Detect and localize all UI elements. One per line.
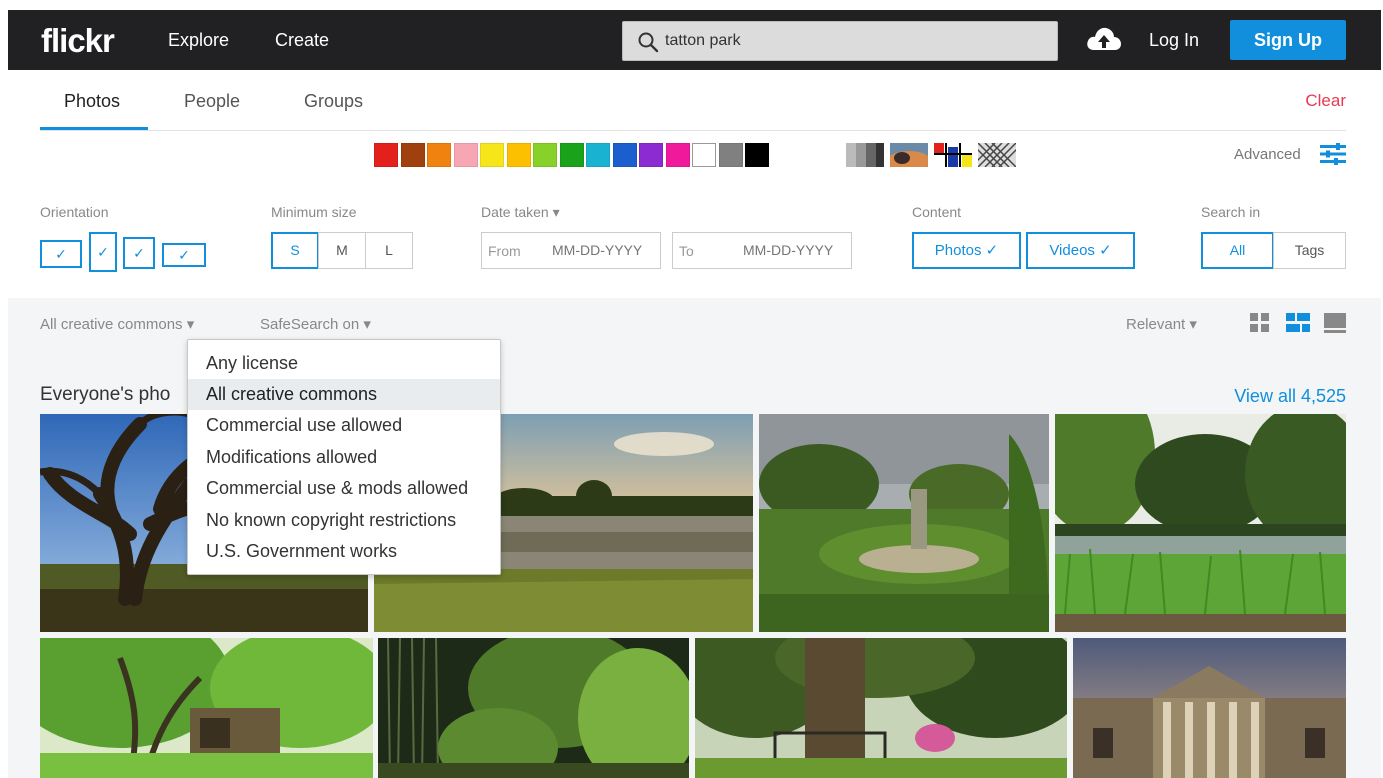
search-in-label: Search in — [1201, 204, 1261, 220]
nav-explore[interactable]: Explore — [168, 30, 229, 51]
date-from-input[interactable] — [552, 242, 662, 258]
photo-thumbnail[interactable] — [40, 638, 373, 778]
sliders-icon[interactable] — [1320, 143, 1346, 165]
content-photos-toggle[interactable]: Photos ✓ — [912, 232, 1021, 269]
photo-thumbnail[interactable] — [1073, 638, 1346, 778]
date-taken-label[interactable]: Date taken ▾ — [481, 204, 560, 221]
color-swatch-14[interactable] — [745, 143, 769, 167]
license-option-any[interactable]: Any license — [188, 348, 500, 379]
color-swatch-10[interactable] — [639, 143, 663, 167]
clear-filters-link[interactable]: Clear — [1305, 91, 1346, 111]
search-icon — [638, 32, 659, 53]
size-large-option[interactable]: L — [365, 232, 413, 269]
date-from-field[interactable]: From — [481, 232, 662, 269]
safesearch-toggle[interactable]: SafeSearch on ▾ — [260, 315, 371, 333]
signup-button[interactable]: Sign Up — [1230, 20, 1346, 60]
license-option-commercial[interactable]: Commercial use allowed — [188, 410, 500, 441]
date-to-input[interactable] — [743, 242, 853, 258]
content-label: Content — [912, 204, 962, 220]
color-filter-swatches — [374, 143, 772, 167]
orientation-panorama-checkbox[interactable]: ✓ — [162, 243, 206, 267]
safesearch-text: SafeSearch on — [260, 316, 360, 333]
tabs-divider — [40, 130, 1346, 131]
license-option-us-government[interactable]: U.S. Government works — [188, 536, 500, 567]
date-to-label: To — [679, 243, 694, 259]
color-swatch-3[interactable] — [453, 143, 478, 167]
top-navigation-bar: flickr Explore Create Log In Sign Up — [8, 10, 1381, 70]
minimum-size-label: Minimum size — [271, 204, 357, 220]
photo-thumbnail[interactable] — [1055, 414, 1346, 632]
tab-people[interactable]: People — [184, 91, 240, 112]
content-videos-text: Videos — [1049, 242, 1095, 259]
license-option-commercial-mods[interactable]: Commercial use & mods allowed — [188, 473, 500, 504]
photo-thumbnail[interactable] — [378, 638, 689, 778]
date-taken-text: Date taken — [481, 204, 549, 220]
tab-photos[interactable]: Photos — [64, 91, 120, 112]
search-box[interactable] — [622, 21, 1058, 61]
color-swatch-9[interactable] — [612, 143, 637, 167]
license-toggle-text: All creative commons — [40, 316, 183, 333]
size-small-option[interactable]: S — [271, 232, 319, 269]
login-link[interactable]: Log In — [1149, 30, 1199, 51]
color-swatch-6[interactable] — [533, 143, 557, 167]
color-swatch-0[interactable] — [374, 143, 398, 167]
color-swatch-7[interactable] — [559, 143, 584, 167]
check-icon: ✓ — [1099, 242, 1112, 259]
caret-down-icon: ▾ — [552, 204, 560, 220]
large-layout-icon[interactable] — [1324, 313, 1346, 333]
flickr-search-page: flickr Explore Create Log In Sign Up Pho… — [0, 0, 1383, 778]
section-title: Everyone's pho — [40, 384, 171, 405]
search-in-all-option[interactable]: All — [1201, 232, 1274, 269]
size-medium-option[interactable]: M — [318, 232, 366, 269]
advanced-link[interactable]: Advanced — [1234, 146, 1301, 163]
color-swatch-4[interactable] — [480, 143, 504, 167]
date-to-field[interactable]: To — [672, 232, 853, 269]
license-option-modifications[interactable]: Modifications allowed — [188, 442, 500, 473]
tab-groups[interactable]: Groups — [304, 91, 363, 112]
date-from-label: From — [488, 243, 521, 259]
search-in-tags-option[interactable]: Tags — [1273, 232, 1346, 269]
view-all-link[interactable]: View all 4,525 — [1234, 386, 1346, 407]
justified-layout-icon[interactable] — [1286, 313, 1310, 333]
orientation-label: Orientation — [40, 204, 109, 220]
sort-text: Relevant — [1126, 316, 1186, 333]
minimalism-style-swatch[interactable] — [934, 143, 972, 167]
pattern-style-swatch[interactable] — [978, 143, 1016, 167]
license-option-no-copyright[interactable]: No known copyright restrictions — [188, 505, 500, 536]
style-filter-swatches — [846, 143, 1022, 167]
black-and-white-style-swatch[interactable] — [846, 143, 884, 167]
check-icon: ✓ — [985, 242, 999, 259]
content-photos-text: Photos — [934, 242, 982, 259]
content-videos-toggle[interactable]: Videos ✓ — [1026, 232, 1135, 269]
orientation-square-checkbox[interactable]: ✓ — [123, 237, 155, 269]
photo-thumbnail[interactable] — [695, 638, 1067, 778]
license-dropdown-toggle[interactable]: All creative commons ▾ — [40, 315, 194, 333]
license-option-all-creative-commons[interactable]: All creative commons — [188, 379, 500, 410]
color-swatch-5[interactable] — [506, 143, 531, 167]
search-input[interactable] — [665, 29, 1045, 53]
nav-create[interactable]: Create — [275, 30, 329, 51]
color-swatch-11[interactable] — [665, 143, 690, 167]
sort-dropdown-toggle[interactable]: Relevant ▾ — [1126, 315, 1197, 333]
caret-down-icon: ▾ — [1189, 316, 1197, 333]
cloud-upload-icon[interactable] — [1085, 24, 1123, 54]
color-swatch-2[interactable] — [427, 143, 451, 167]
color-swatch-12[interactable] — [692, 143, 716, 167]
color-swatch-8[interactable] — [586, 143, 610, 167]
flickr-logo[interactable]: flickr — [41, 22, 115, 60]
shallow-depth-style-swatch[interactable] — [890, 143, 928, 167]
caret-down-icon: ▾ — [186, 316, 195, 333]
caret-down-icon: ▾ — [363, 316, 371, 333]
photo-thumbnail[interactable] — [759, 414, 1049, 632]
orientation-landscape-checkbox[interactable]: ✓ — [40, 240, 82, 268]
orientation-portrait-checkbox[interactable]: ✓ — [89, 232, 117, 272]
color-swatch-13[interactable] — [718, 143, 743, 167]
license-dropdown-menu: Any license All creative commons Commerc… — [187, 339, 501, 575]
small-grid-layout-icon[interactable] — [1250, 313, 1270, 333]
color-swatch-1[interactable] — [400, 143, 425, 167]
